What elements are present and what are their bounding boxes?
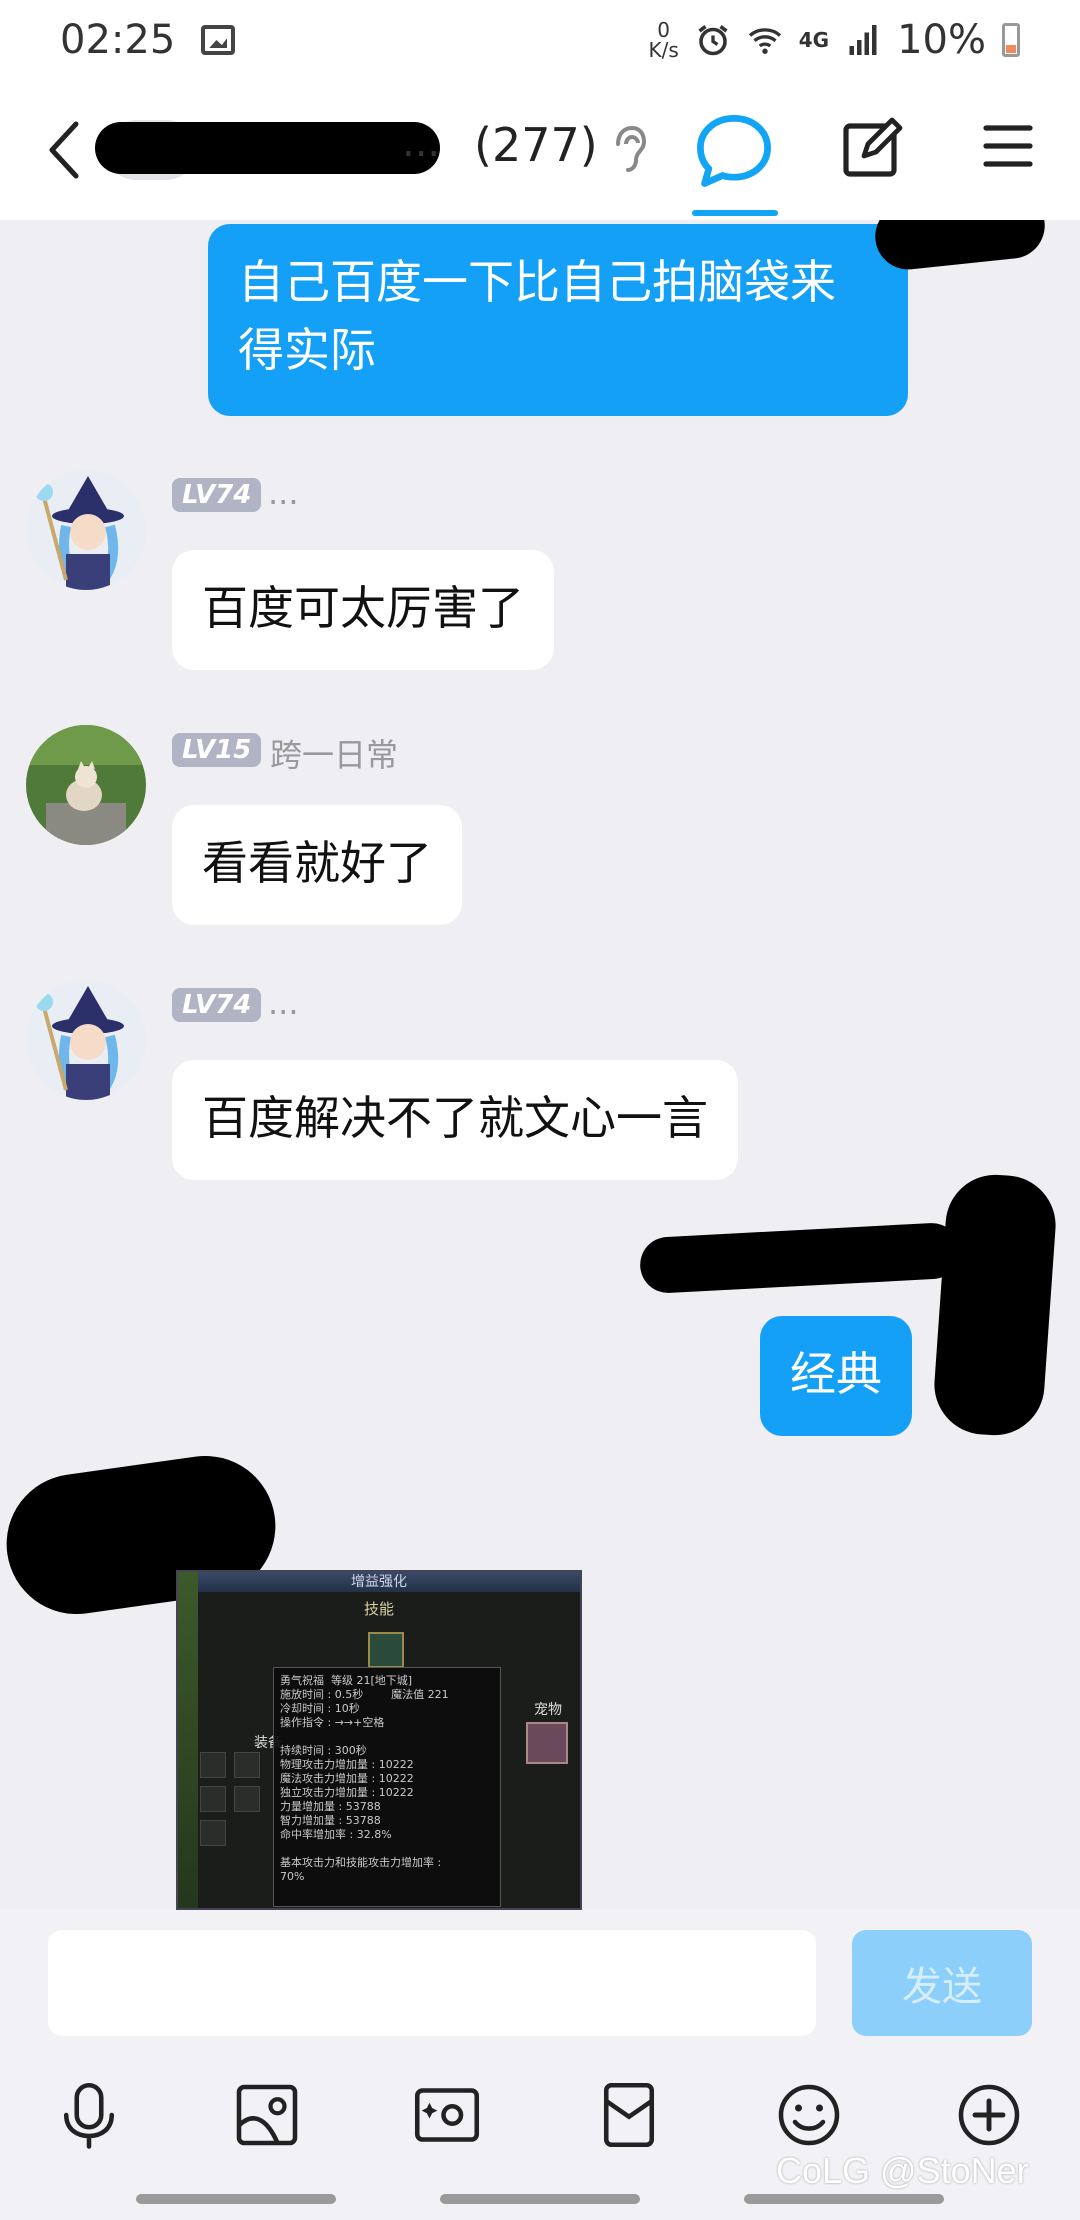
sender-nickname[interactable]: ... (268, 474, 299, 512)
plus-circle-icon[interactable] (954, 2080, 1024, 2150)
level-badge: LV74 (172, 478, 262, 512)
signal-icon (849, 25, 877, 55)
level-badge: LV74 (172, 988, 262, 1022)
message-input[interactable] (48, 1930, 816, 2036)
redacted-sender-name (638, 1221, 962, 1295)
image-notification-icon (201, 25, 236, 55)
nav-handle[interactable] (744, 2194, 944, 2204)
skill-tooltip: 勇气祝福 等级 21[地下城] 施放时间 : 0.5秒 魔法值 221 冷却时间… (273, 1667, 501, 1907)
sender-nickname[interactable]: ... (268, 984, 299, 1022)
game-pet-label: 宠物 (534, 1702, 562, 1718)
game-screenshot-image[interactable]: 增益强化 技能 装备 宠物 勇气祝福 等级 21[地下城] 施放时间 : 0.5… (176, 1570, 582, 1910)
input-bar: 发送 (0, 1910, 1080, 2040)
menu-icon[interactable] (982, 120, 1034, 172)
avatar[interactable] (26, 725, 146, 845)
message-text-line: 自己百度一下比自己拍脑袋来 (238, 255, 836, 309)
member-count[interactable]: (277) (474, 118, 598, 172)
status-right-group: 0 K/s 4G 10% (648, 17, 1020, 63)
status-bar: 02:25 0 K/s 4G 10% (0, 0, 1080, 80)
equip-slot (200, 1820, 226, 1846)
status-time: 02:25 (60, 17, 176, 63)
edit-note-icon[interactable] (840, 116, 904, 180)
watermark: CoLG @StoNer (776, 2150, 1029, 2191)
level-badge: LV15 (172, 733, 262, 767)
back-button[interactable] (36, 120, 96, 180)
game-tab-label: 技能 (363, 1600, 394, 1618)
avatar[interactable] (26, 980, 146, 1100)
equip-slot (200, 1786, 226, 1812)
message-bubble-other[interactable]: 百度可太厉害了 (172, 550, 554, 670)
message-bubble-other[interactable]: 看看就好了 (172, 805, 462, 925)
net-speed-value: 0 (657, 18, 670, 42)
gallery-icon[interactable] (232, 2080, 302, 2150)
chat-bubble-icon[interactable] (692, 110, 776, 194)
wifi-icon (748, 28, 781, 54)
nav-handle[interactable] (440, 2194, 640, 2204)
chevron-left-icon (49, 121, 79, 179)
image-foliage-edge (178, 1572, 198, 1908)
skill-icon (368, 1632, 404, 1668)
camera-icon[interactable] (412, 2080, 482, 2150)
redacted-avatar (872, 220, 1048, 273)
message-text-line: 得实际 (238, 323, 376, 377)
battery-icon (1002, 23, 1020, 57)
message-bubble-self[interactable]: 自己百度一下比自己拍脑袋来 得实际 (208, 224, 908, 416)
net-speed: 0 K/s (648, 20, 678, 60)
group-name-ellipsis: ... (402, 120, 441, 166)
group-name-redacted (95, 122, 440, 174)
network-type: 4G (798, 28, 830, 52)
avatar[interactable] (26, 470, 146, 590)
alarm-icon (698, 25, 728, 56)
microphone-icon[interactable] (54, 2080, 124, 2150)
net-speed-unit: K/s (648, 38, 679, 62)
nav-handle[interactable] (136, 2194, 336, 2204)
witch-avatar-icon (26, 980, 146, 1100)
equip-slot (234, 1752, 260, 1778)
message-bubble-other[interactable]: 百度解决不了就文心一言 (172, 1060, 738, 1180)
equip-slot (200, 1752, 226, 1778)
game-window-title: 增益强化 (178, 1572, 580, 1592)
redacted-avatar (931, 1171, 1059, 1439)
red-packet-icon[interactable] (594, 2080, 664, 2150)
send-button[interactable]: 发送 (852, 1930, 1032, 2036)
sender-nickname[interactable]: 跨一日常 (270, 730, 398, 776)
witch-avatar-icon (26, 470, 146, 590)
equip-slot (234, 1786, 260, 1812)
emoji-icon[interactable] (774, 2080, 844, 2150)
ear-icon[interactable] (610, 124, 650, 176)
battery-percent: 10% (897, 17, 986, 63)
message-bubble-self[interactable]: 经典 (760, 1316, 912, 1436)
active-tab-indicator (692, 210, 778, 216)
chat-header: 1( ... (277) (0, 80, 1080, 220)
chat-message-list[interactable]: 自己百度一下比自己拍脑袋来 得实际 LV74 ... 百度可太厉害了 LV15 … (0, 220, 1080, 1910)
cat-avatar-icon (26, 725, 146, 845)
pet-icon (526, 1722, 568, 1764)
